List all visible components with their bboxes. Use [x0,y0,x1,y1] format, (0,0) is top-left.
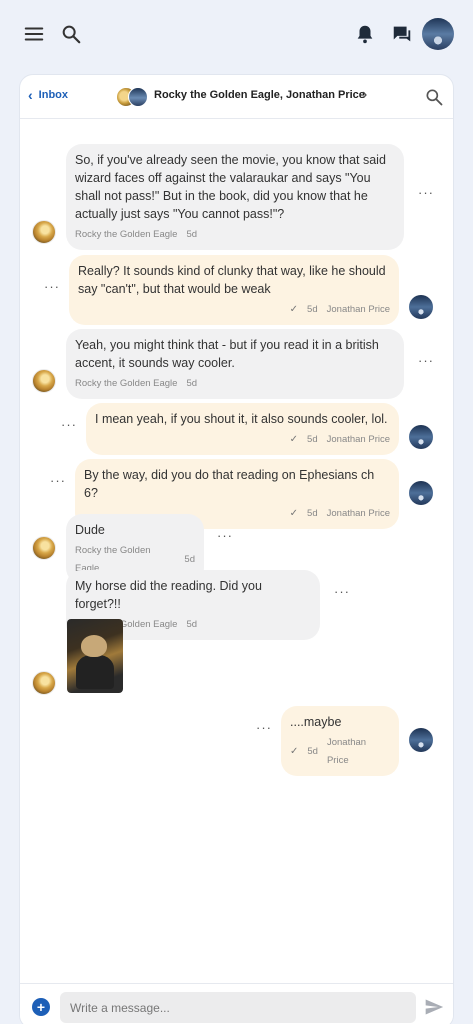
chat-card: ‹ Inbox Rocky the Golden Eagle, Jonathan… [19,74,454,1024]
message-time: 5d [184,554,195,565]
message-sender: Jonathan Price [326,737,367,766]
message-time: 5d [307,746,318,757]
jonathan-avatar[interactable] [409,425,433,449]
jonathan-avatar[interactable] [409,295,433,319]
more-options-icon[interactable]: ··· [50,473,66,488]
check-icon: ✓ [289,304,299,315]
more-options-icon[interactable]: ··· [44,279,60,294]
eagle-avatar[interactable] [32,671,56,695]
eagle-avatar[interactable] [32,536,56,560]
message-sender: Rocky the Golden Eagle [75,229,178,240]
message-bubble[interactable]: Really? It sounds kind of clunky that wa… [69,255,399,325]
message-bubble[interactable]: I mean yeah, if you shout it, it also so… [86,403,399,455]
message-text: ....maybe [290,715,342,729]
message-bubble[interactable]: So, if you've already seen the movie, yo… [66,144,404,250]
message-composer: + [20,983,453,1024]
message-sender: Rocky the Golden Eagle [75,378,178,389]
eagle-avatar[interactable] [32,369,56,393]
more-options-icon[interactable]: ··· [256,720,272,735]
message-input[interactable] [60,992,416,1023]
more-options-icon[interactable]: ··· [418,185,434,200]
participants-title[interactable]: Rocky the Golden Eagle, Jonathan Price [154,89,365,101]
message-bubble[interactable]: ....maybe ✓ 5d Jonathan Price [281,706,399,776]
user-avatar[interactable] [422,18,454,50]
message-text: So, if you've already seen the movie, yo… [75,153,386,221]
chevron-right-icon[interactable]: › [362,86,367,104]
add-attachment-button[interactable]: + [32,998,50,1016]
message-text: By the way, did you do that reading on E… [84,468,375,500]
top-app-bar [0,0,473,68]
chat-header: ‹ Inbox Rocky the Golden Eagle, Jonathan… [20,75,453,119]
search-icon[interactable] [424,87,444,107]
bell-icon[interactable] [353,22,377,46]
attached-photo[interactable] [67,619,123,693]
message-time: 5d [307,508,318,519]
message-text: Really? It sounds kind of clunky that wa… [78,264,386,296]
message-sender: Jonathan Price [326,304,390,315]
jonathan-avatar [128,87,148,107]
more-options-icon[interactable]: ··· [61,417,77,432]
more-options-icon[interactable]: ··· [418,353,434,368]
message-time: 5d [186,229,198,240]
check-icon: ✓ [290,746,299,757]
jonathan-avatar[interactable] [409,728,433,752]
jonathan-avatar[interactable] [409,481,433,505]
send-icon[interactable] [424,997,444,1017]
inbox-label: Inbox [38,89,69,101]
message-time: 5d [307,304,318,315]
message-bubble[interactable]: Yeah, you might think that - but if you … [66,329,404,399]
message-text: Dude [75,523,105,537]
chevron-left-icon: ‹ [28,87,33,103]
chat-icon[interactable] [390,22,414,46]
back-to-inbox-link[interactable]: ‹ Inbox [28,88,68,102]
message-time: 5d [186,619,198,630]
check-icon: ✓ [289,508,299,519]
check-icon: ✓ [289,434,299,445]
search-icon[interactable] [59,22,83,46]
message-time: 5d [307,434,318,445]
eagle-avatar[interactable] [32,220,56,244]
message-time: 5d [186,378,198,389]
menu-icon[interactable] [22,22,46,46]
message-text: My horse did the reading. Did you forget… [75,579,262,611]
message-text: Yeah, you might think that - but if you … [75,338,379,370]
message-sender: Jonathan Price [326,508,390,519]
more-options-icon[interactable]: ··· [334,584,350,599]
more-options-icon[interactable]: ··· [217,528,233,543]
participant-avatars [116,87,150,107]
message-text: I mean yeah, if you shout it, it also so… [95,412,388,426]
message-sender: Jonathan Price [326,434,390,445]
